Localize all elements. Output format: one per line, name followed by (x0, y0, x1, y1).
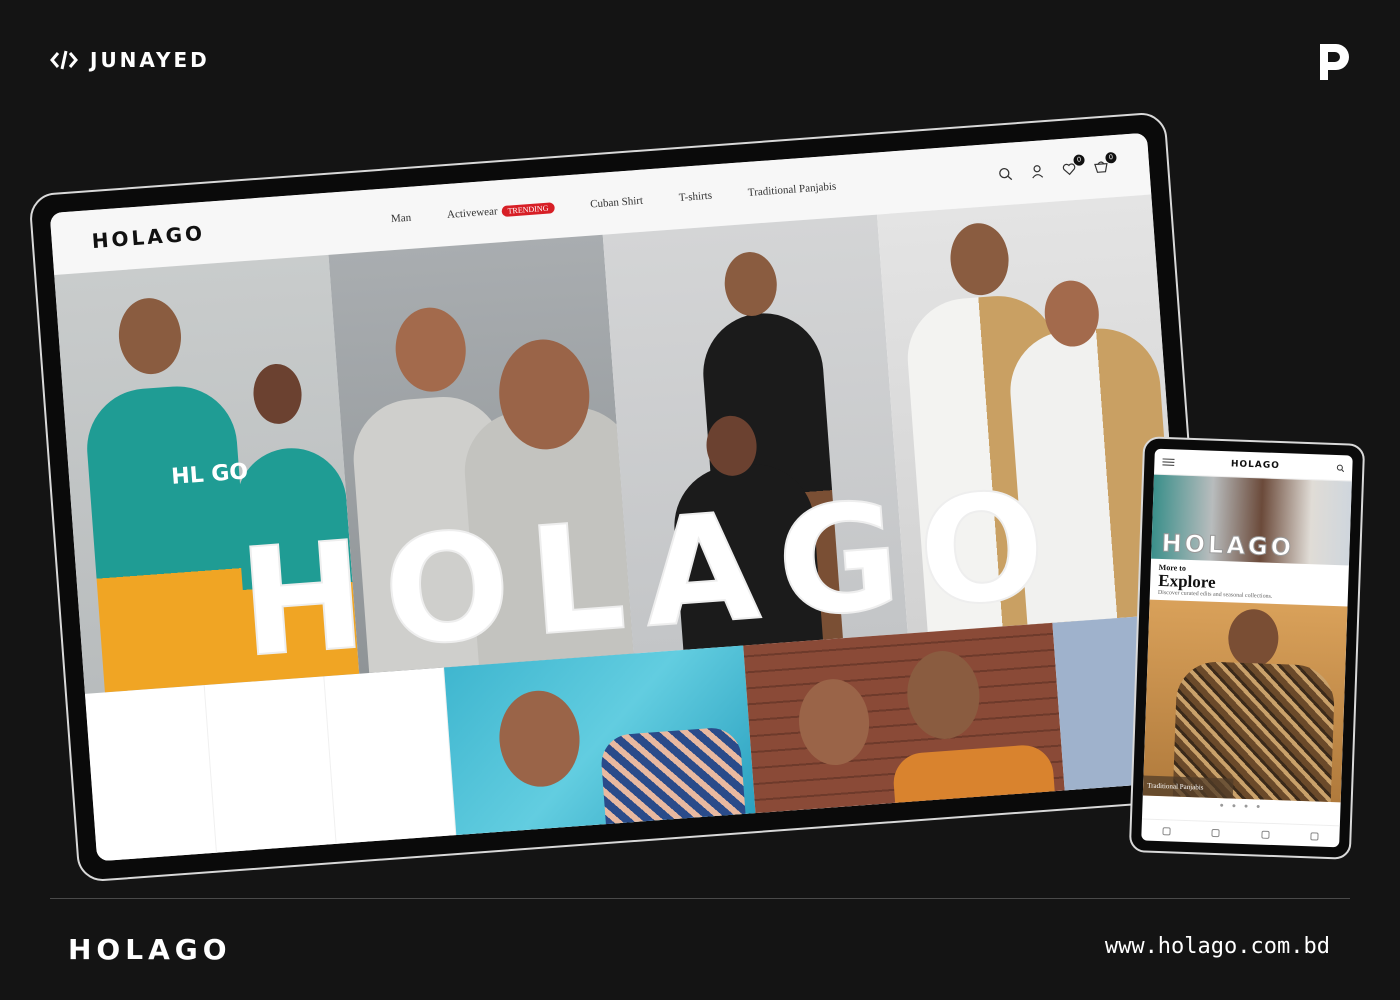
nav-item-traditional-panjabis[interactable]: Traditional Panjabis (747, 180, 836, 198)
model-head (1227, 608, 1280, 669)
wishlist-icon[interactable]: 0 (1061, 154, 1085, 178)
nav-label: Man (390, 211, 412, 226)
cart-icon[interactable] (1310, 831, 1319, 841)
model-head (947, 221, 1012, 298)
nav-label: T-shirts (678, 189, 713, 205)
nav-item-man[interactable]: Man (391, 212, 412, 225)
home-icon[interactable] (1162, 826, 1171, 835)
model-figure (599, 726, 746, 827)
nav-label: Cuban Shirt (589, 194, 644, 211)
model-head (795, 676, 873, 768)
nav-label: Activewear (446, 205, 499, 222)
model-head (904, 648, 983, 742)
search-icon[interactable] (997, 165, 1014, 182)
mobile-mockup: HOLAGO HOLAGO More to Explore Discover c… (1128, 436, 1366, 860)
cart-icon[interactable]: 0 (1093, 151, 1117, 175)
search-icon[interactable] (1336, 464, 1345, 472)
hoodie-print: HL GO (170, 459, 249, 490)
mobile-logo[interactable]: HOLAGO (1231, 459, 1280, 471)
model-head (496, 687, 583, 790)
mobile-hero[interactable]: HOLAGO (1151, 474, 1352, 566)
hero-banner[interactable]: HL GO HOLAGO (54, 194, 1183, 694)
promo-photo-brick[interactable] (743, 622, 1065, 816)
nav-item-t-shirts[interactable]: T-shirts (678, 190, 712, 204)
nav-item-cuban-shirt[interactable]: Cuban Shirt (590, 195, 644, 211)
mobile-hero-wordmark: HOLAGO (1161, 528, 1295, 562)
portfolio-brand: JUNAYED (50, 48, 210, 72)
model-head (722, 250, 780, 318)
account-icon[interactable] (1029, 163, 1046, 180)
product-caption: Traditional Panjabis (1142, 775, 1234, 799)
nav-item-activewear[interactable]: Activewear TRENDING (447, 201, 555, 221)
model-head (116, 295, 184, 377)
site-logo[interactable]: HOLAGO (91, 207, 392, 253)
menu-icon[interactable] (1162, 457, 1175, 466)
wishlist-count: 0 (1073, 154, 1085, 167)
header-icons: 0 0 (997, 151, 1117, 182)
explore-section: More to Explore Discover curated edits a… (1150, 559, 1349, 607)
trending-badge: TRENDING (501, 201, 555, 217)
portfolio-brand-name: JUNAYED (90, 48, 210, 72)
desktop-screen: HOLAGO Man Activewear TRENDING Cuban Shi… (49, 132, 1195, 862)
nav-label: Traditional Panjabis (747, 180, 837, 199)
designer-logo-icon (1320, 44, 1349, 80)
footer-divider (50, 898, 1350, 899)
mobile-bottom-nav (1141, 818, 1340, 848)
model-head (392, 305, 469, 395)
promo-photo-pool[interactable] (444, 645, 756, 838)
model-figure (891, 743, 1055, 805)
collection-grid-blank (84, 667, 457, 862)
code-icon (50, 50, 78, 70)
desktop-mockup: HOLAGO Man Activewear TRENDING Cuban Shi… (28, 111, 1216, 883)
footer-brand: HOLAGO (68, 933, 232, 966)
wishlist-icon[interactable] (1261, 830, 1270, 839)
account-icon[interactable] (1211, 828, 1220, 837)
mobile-screen: HOLAGO HOLAGO More to Explore Discover c… (1141, 448, 1353, 848)
product-card-traditional-panjabis[interactable]: Traditional Panjabis (1142, 599, 1348, 803)
model-head (251, 362, 304, 426)
cart-count: 0 (1105, 151, 1117, 164)
footer-url[interactable]: www.holago.com.bd (1105, 934, 1330, 959)
